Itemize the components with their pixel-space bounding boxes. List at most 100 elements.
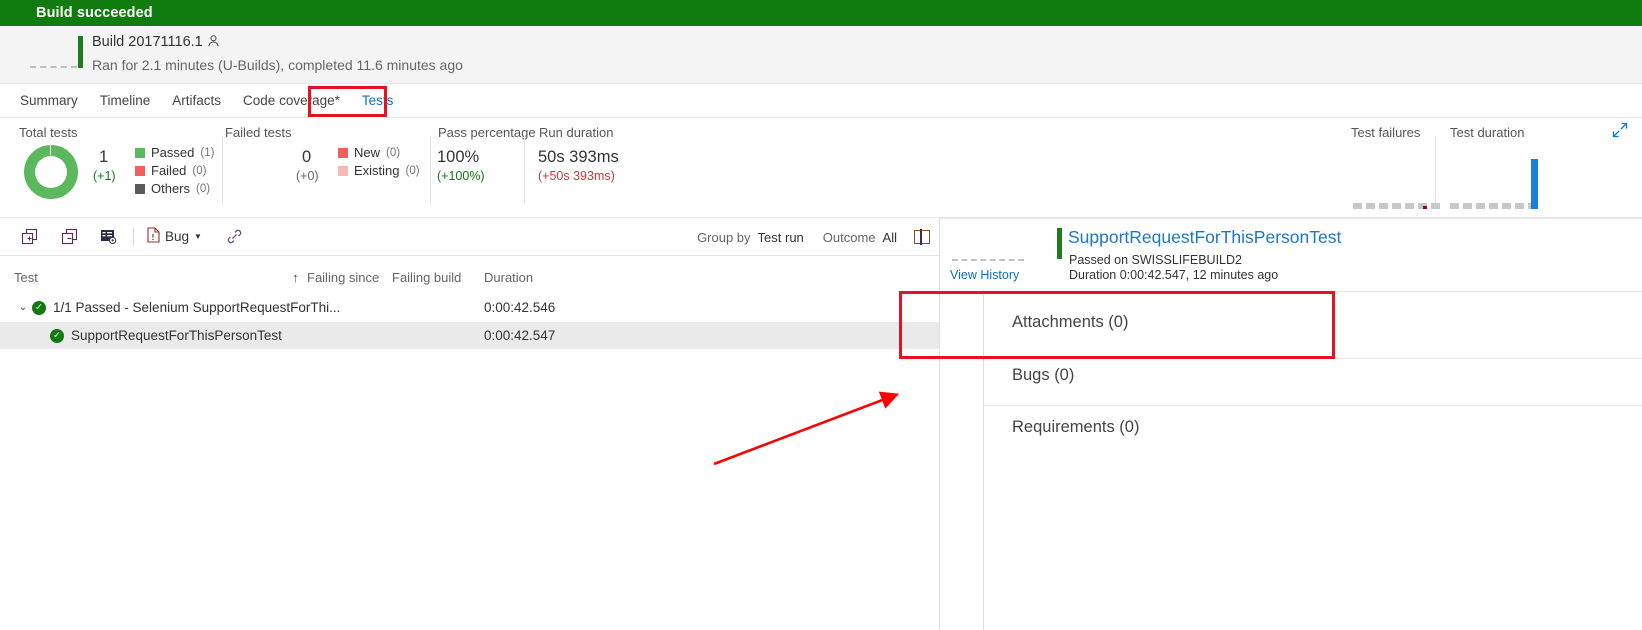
- detail-section-rule-top: [984, 291, 1642, 292]
- column-header-duration[interactable]: Duration: [484, 270, 533, 285]
- section-bugs[interactable]: Bugs (0): [1012, 366, 1074, 385]
- collapse-all-icon[interactable]: [54, 225, 84, 249]
- legend-swatch-new: [338, 147, 348, 158]
- sort-ascending-icon: ↑: [292, 270, 299, 285]
- test-case-title: SupportRequestForThisPersonTest: [71, 328, 282, 343]
- tab-tests[interactable]: Tests: [351, 84, 405, 117]
- chevron-down-icon: ▼: [194, 232, 202, 241]
- test-case-duration: 0:00:42.547: [484, 328, 556, 343]
- detail-panel-inner-divider: [983, 290, 984, 630]
- tests-results-page: Build succeeded Build 20171116.1 Ran for…: [0, 0, 1642, 630]
- total-tests-label: Total tests: [19, 125, 78, 140]
- bug-file-icon: [147, 227, 160, 246]
- split-pane-icon[interactable]: [904, 229, 940, 245]
- detail-outcome-line: Passed on SWISSLIFEBUILD2: [1069, 253, 1242, 267]
- test-failures-sparkline: [1353, 203, 1440, 209]
- create-bug-button[interactable]: Bug ▼: [143, 227, 206, 246]
- build-status-bar: Build succeeded: [0, 0, 1642, 26]
- test-failures-bar: [1423, 206, 1427, 209]
- legend-count-new: (0): [386, 146, 401, 159]
- group-by-label: Group by: [697, 229, 751, 245]
- person-icon: [208, 35, 219, 49]
- test-failures-label: Test failures: [1351, 125, 1421, 140]
- detail-panel-divider: [939, 218, 940, 630]
- table-row[interactable]: ⌄ ✓ 1/1 Passed - Selenium SupportRequest…: [0, 294, 940, 321]
- section-attachments[interactable]: Attachments (0): [1012, 313, 1128, 332]
- column-header-test[interactable]: Test: [14, 270, 38, 285]
- run-duration-label: Run duration: [539, 125, 614, 140]
- legend-swatch-failed: [135, 165, 145, 176]
- view-history-link[interactable]: View History: [950, 268, 1019, 282]
- test-summary-strip: Total tests Failed tests Pass percentage…: [0, 118, 1642, 218]
- test-duration-sparkline: [1450, 159, 1540, 209]
- test-settings-icon[interactable]: [94, 225, 124, 249]
- column-header-failing-build[interactable]: Failing build: [392, 270, 461, 285]
- total-tests-donut-chart: [24, 145, 78, 199]
- outcome-label: Outcome: [822, 229, 876, 245]
- build-timeline-dash: [30, 66, 77, 68]
- legend-swatch-existing: [338, 165, 348, 176]
- legend-others: Others (0): [135, 181, 210, 196]
- tab-summary[interactable]: Summary: [9, 84, 89, 117]
- divider-1: [222, 136, 223, 204]
- test-duration-dash-series: [1450, 203, 1537, 209]
- bug-label: Bug: [165, 229, 190, 244]
- legend-label-failed: Failed: [151, 163, 187, 178]
- tab-artifacts[interactable]: Artifacts: [161, 84, 232, 117]
- divider-4: [1435, 136, 1436, 204]
- toolbar-divider: [133, 227, 134, 246]
- legend-new: New (0): [338, 145, 400, 160]
- table-row[interactable]: ✓ SupportRequestForThisPersonTest 0:00:4…: [0, 322, 940, 349]
- test-duration-label: Test duration: [1450, 125, 1525, 140]
- legend-count-existing: (0): [405, 164, 420, 177]
- divider-3: [524, 136, 525, 204]
- group-by-value[interactable]: Test run: [758, 230, 804, 245]
- build-tabs: Summary Timeline Artifacts Code coverage…: [0, 84, 1642, 118]
- tests-tab-highlight-mask: [311, 114, 384, 119]
- tab-code-coverage[interactable]: Code coverage*: [232, 84, 351, 117]
- failed-tests-value: 0: [302, 148, 312, 166]
- total-tests-value: 1: [99, 148, 109, 166]
- legend-passed: Passed (1): [135, 145, 214, 160]
- legend-existing: Existing (0): [338, 163, 420, 178]
- outcome-value[interactable]: All: [883, 230, 897, 245]
- detail-test-title[interactable]: SupportRequestForThisPersonTest: [1068, 227, 1341, 248]
- build-title[interactable]: Build 20171116.1: [92, 34, 203, 50]
- detail-section-rule-2: [984, 405, 1642, 406]
- run-duration-delta: (+50s 393ms): [538, 169, 615, 183]
- legend-label-existing: Existing: [354, 163, 400, 178]
- legend-label-passed: Passed: [151, 145, 195, 160]
- legend-label-new: New: [354, 145, 381, 160]
- status-passed-icon: ✓: [32, 300, 46, 315]
- legend-count-failed: (0): [192, 164, 207, 177]
- legend-failed: Failed (0): [135, 163, 206, 178]
- test-run-group-title: 1/1 Passed - Selenium SupportRequestForT…: [53, 300, 341, 315]
- pass-percentage-label: Pass percentage: [438, 125, 536, 140]
- run-duration-value: 50s 393ms: [538, 148, 619, 166]
- detail-section-rule-1: [984, 358, 1642, 359]
- detail-history-dash: [952, 259, 1024, 261]
- expand-diagonal-icon[interactable]: [1612, 122, 1628, 138]
- status-passed-icon: ✓: [50, 328, 64, 343]
- tab-timeline[interactable]: Timeline: [89, 84, 162, 117]
- build-status-text: Build succeeded: [36, 5, 153, 21]
- column-header-failing-since[interactable]: Failing since: [307, 270, 379, 285]
- test-run-group-duration: 0:00:42.546: [484, 300, 556, 315]
- legend-label-others: Others: [151, 181, 191, 196]
- test-duration-bar: [1531, 159, 1538, 209]
- failed-tests-label: Failed tests: [225, 125, 292, 140]
- chevron-down-icon[interactable]: ⌄: [14, 302, 32, 313]
- divider-2: [430, 136, 431, 204]
- link-icon[interactable]: [220, 225, 250, 249]
- pass-percentage-delta: (+100%): [437, 169, 485, 183]
- detail-status-tick: [1057, 228, 1062, 259]
- build-status-tick: [78, 36, 83, 68]
- test-grid-header: Test ↑ Failing since Failing build Durat…: [0, 266, 940, 292]
- total-tests-delta: (+1): [93, 169, 116, 183]
- legend-swatch-passed: [135, 147, 145, 158]
- detail-panel-top-rule: [940, 218, 1642, 219]
- build-title-row: Build 20171116.1: [92, 34, 219, 50]
- expand-all-icon[interactable]: [14, 225, 44, 249]
- section-requirements[interactable]: Requirements (0): [1012, 418, 1139, 437]
- legend-count-others: (0): [196, 182, 211, 195]
